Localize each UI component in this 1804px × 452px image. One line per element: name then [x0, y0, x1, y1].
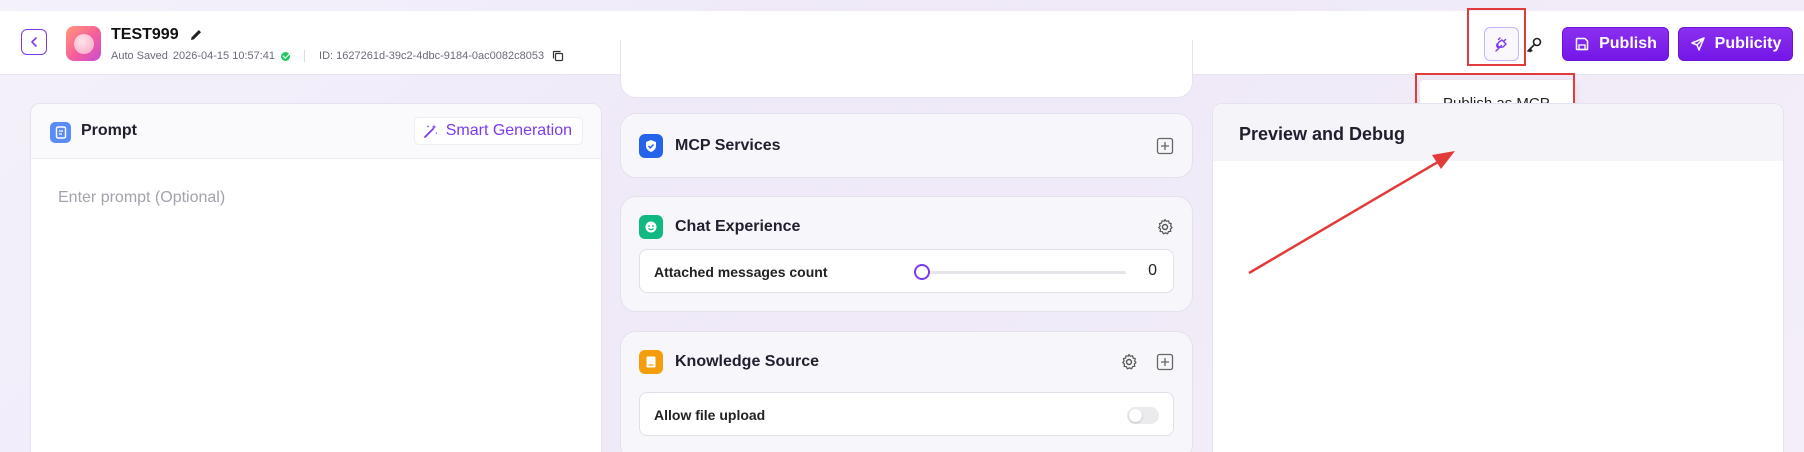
book-icon: [639, 350, 663, 374]
edit-pencil-icon[interactable]: [188, 27, 204, 43]
magic-wand-icon: [423, 124, 438, 138]
publish-button[interactable]: Publish: [1562, 27, 1669, 61]
prompt-header: Prompt Smart Generation: [31, 104, 601, 159]
add-mcp-icon[interactable]: [1156, 137, 1174, 155]
attached-messages-label: Attached messages count: [654, 264, 828, 280]
allow-upload-toggle[interactable]: [1127, 407, 1159, 424]
gear-icon[interactable]: [1120, 353, 1138, 371]
key-icon[interactable]: [1524, 35, 1544, 55]
allow-upload-row: Allow file upload: [639, 392, 1174, 436]
prompt-panel: Prompt Smart Generation Enter prompt (Op…: [30, 103, 602, 452]
saved-check-icon: [281, 51, 291, 61]
mcp-services-card: MCP Services: [620, 113, 1193, 178]
auto-saved-label: Auto Saved: [111, 50, 168, 62]
chevron-left-icon: [31, 37, 37, 47]
save-meta: Auto Saved 2026-04-15 10:57:41 ID: 16272…: [111, 50, 564, 62]
allow-upload-label: Allow file upload: [654, 407, 766, 423]
publish-mcp-button[interactable]: [1484, 27, 1519, 61]
app-title: TEST999: [111, 26, 179, 43]
attached-messages-row: Attached messages count 0: [639, 249, 1174, 293]
mcp-services-title: MCP Services: [675, 137, 781, 154]
preview-header: Preview and Debug: [1213, 104, 1783, 161]
preview-panel: Preview and Debug: [1212, 103, 1784, 452]
copy-icon[interactable]: [552, 50, 564, 62]
save-icon: [1575, 37, 1589, 51]
document-icon: [50, 122, 71, 143]
smart-generation-button[interactable]: Smart Generation: [413, 117, 583, 145]
knowledge-source-title: Knowledge Source: [675, 353, 820, 370]
plug-icon: [1494, 37, 1507, 52]
saved-time: 2026-04-15 10:57:41: [172, 50, 276, 62]
attached-messages-slider-thumb[interactable]: [914, 264, 930, 280]
app-id: ID: 1627261d-39c2-4dbc-9184-0ac0082c8053: [319, 50, 545, 62]
chat-experience-title: Chat Experience: [675, 218, 801, 235]
attached-messages-value: 0: [1148, 262, 1157, 279]
smart-generation-label: Smart Generation: [445, 122, 572, 139]
publicity-label: Publicity: [1714, 35, 1782, 52]
prompt-title: Prompt: [81, 122, 137, 139]
publicity-button[interactable]: Publicity: [1678, 27, 1793, 61]
app-avatar: [66, 26, 101, 61]
add-knowledge-icon[interactable]: [1156, 353, 1174, 371]
send-icon: [1690, 37, 1705, 51]
back-button[interactable]: [21, 29, 47, 55]
preview-title: Preview and Debug: [1239, 124, 1406, 144]
gear-icon[interactable]: [1156, 218, 1174, 236]
chat-experience-card: Chat Experience Attached messages count …: [620, 196, 1193, 312]
publish-label: Publish: [1599, 35, 1657, 52]
shield-check-icon: [639, 134, 663, 158]
attached-messages-slider-track[interactable]: [922, 271, 1126, 274]
previous-card-bottom: [620, 40, 1193, 98]
knowledge-source-card: Knowledge Source Allow file upload: [620, 331, 1193, 452]
prompt-input[interactable]: Enter prompt (Optional): [58, 189, 225, 207]
smile-icon: [639, 215, 663, 239]
